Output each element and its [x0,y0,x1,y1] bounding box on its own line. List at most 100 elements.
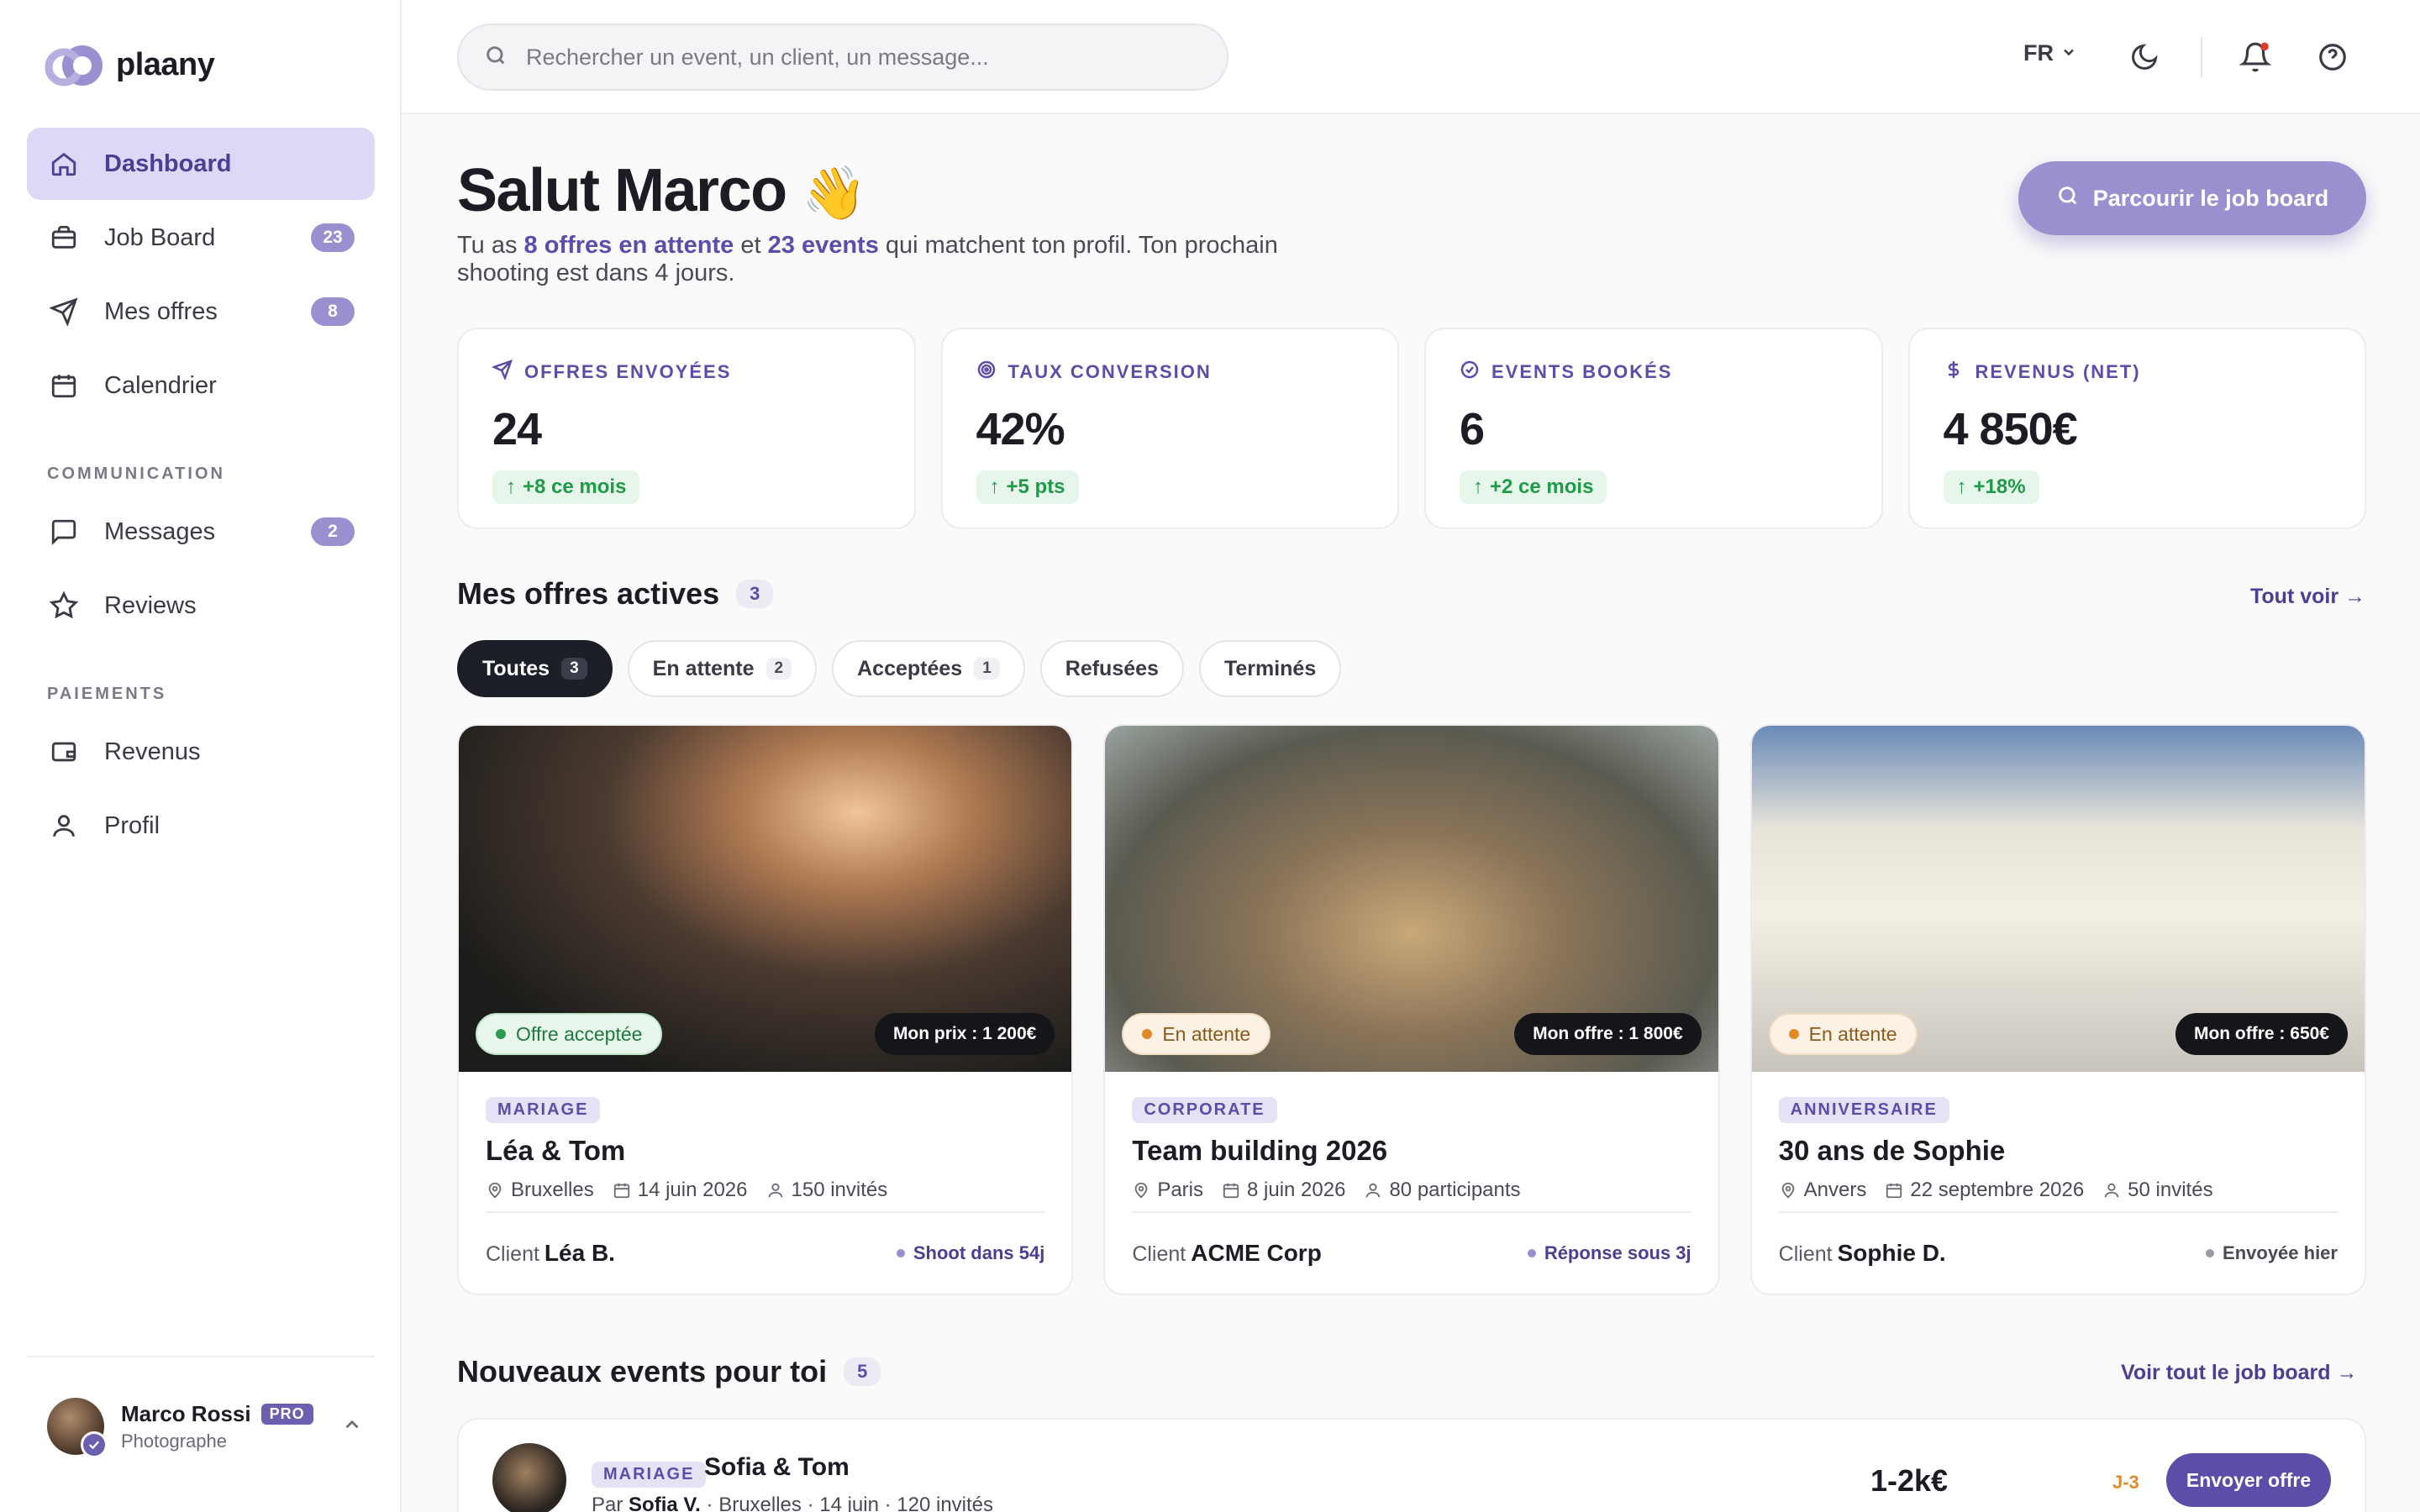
date-text: 22 septembre 2026 [1910,1179,2085,1201]
stat-card: OFFRES ENVOYÉES 24 ↑ +8 ce mois [457,328,916,529]
subtitle-events-link[interactable]: 23 events [768,232,879,259]
offer-card[interactable]: En attente Mon offre : 650€ ANNIVERSAIRE… [1749,724,2366,1295]
client-name: Léa B. [544,1240,615,1266]
page-title: Salut Marco 👋 [457,156,866,225]
user-icon [47,809,81,843]
arrow-up-icon: ↑ [1956,475,1967,498]
calendar-icon [613,1183,629,1199]
guests-meta: 150 invités [766,1179,887,1202]
pin-icon [1134,1182,1148,1199]
app-logo[interactable]: plaany [42,40,215,89]
user-menu[interactable]: Marco Rossi PRO Photographe [47,1398,363,1458]
sidebar-item-label: Dashboard [104,150,232,177]
event-type-tag: MARIAGE [486,1097,601,1123]
language-select[interactable]: FR [2023,40,2077,66]
sidebar-item-mes-offres[interactable]: Mes offres 8 [27,276,375,348]
location-text: Bruxelles [511,1179,594,1201]
note-text: Envoyée hier [2223,1242,2338,1263]
filter-accepted[interactable]: Acceptées 1 [832,640,1025,697]
sidebar-item-revenus[interactable]: Revenus [27,716,375,788]
section-title-text: Nouveaux events pour toi [457,1354,828,1389]
see-all-job-board-link[interactable]: Voir tout le job board → [2121,1361,2357,1385]
subtitle-text: et [734,232,768,259]
sidebar-item-label: Messages [104,517,216,545]
section-title-text: Mes offres actives [457,576,720,611]
status-badge: En attente [1768,1013,1918,1055]
bell-icon[interactable] [2237,39,2274,76]
note-dot [1527,1249,1536,1257]
sidebar-item-job-board[interactable]: Job Board 23 [27,202,375,274]
sidebar-item-calendrier[interactable]: Calendrier [27,349,375,422]
location-text: Anvers [1803,1179,1867,1201]
stat-delta: ↑ +18% [1943,470,2039,504]
sidebar-item-messages[interactable]: Messages 2 [27,496,375,568]
count-badge: 3 [736,580,774,608]
moon-icon[interactable] [2126,39,2163,76]
offer-card[interactable]: Offre acceptée Mon prix : 1 200€ MARIAGE… [457,724,1074,1295]
budget: 1-2k€ [1870,1463,1949,1498]
event-image-corporate: En attente Mon offre : 1 800€ [1105,726,1718,1072]
sidebar-item-reviews[interactable]: Reviews [27,570,375,642]
section-title-active-offers: Mes offres actives 3 [457,576,774,612]
filter-refused[interactable]: Refusées [1039,640,1184,697]
send-offer-button[interactable]: Envoyer offre [2166,1453,2331,1507]
client-name: Sophie D. [1837,1240,1946,1266]
arrow-up-icon: ↑ [1473,475,1483,498]
user-icon [2104,1183,2119,1198]
avatar [47,1398,108,1458]
help-icon[interactable] [2314,39,2351,76]
user-name: Marco Rossi [121,1400,251,1426]
stat-label-row: TAUX CONVERSION [976,360,1365,385]
event-meta-text: · Bruxelles · 14 juin · 120 invités [700,1494,994,1512]
language-value: FR [2023,40,2054,66]
guests-text: 80 participants [1389,1179,1521,1201]
stat-delta: ↑ +2 ce mois [1460,470,1607,504]
browse-job-board-button[interactable]: Parcourir le job board [2018,161,2366,235]
client-name: ACME Corp [1191,1240,1322,1266]
sidebar-item-profil[interactable]: Profil [27,790,375,862]
status-badge: Offre acceptée [476,1013,663,1055]
see-all-offers-link[interactable]: Tout voir → [2250,585,2365,609]
user-icon [1366,1183,1381,1198]
user-info: Marco Rossi PRO Photographe [121,1401,341,1452]
note-text: Shoot dans 54j [913,1242,1045,1263]
card-footer: Client Léa B. Shoot dans 54j [486,1211,1045,1294]
price-badge: Mon offre : 1 800€ [1514,1013,1702,1055]
send-icon [491,359,513,385]
wallet-icon [47,735,81,769]
sidebar-item-dashboard[interactable]: Dashboard [27,128,375,200]
chip-count: 1 [974,658,1000,680]
greeting-text: Salut Marco [457,157,787,224]
event-type-tag: MARIAGE [592,1462,707,1488]
filter-pending[interactable]: En attente 2 [627,640,818,697]
card-note: Shoot dans 54j [896,1242,1045,1264]
subtitle-offers-link[interactable]: 8 offres en attente [524,232,734,259]
price-badge: Mon prix : 1 200€ [874,1013,1055,1055]
stat-card: REVENUS (NET) 4 850€ ↑ +18% [1907,328,2366,529]
offer-filters: Toutes 3 En attente 2 Acceptées 1 Refusé… [457,640,1342,697]
search-input[interactable] [526,44,1198,71]
new-event-row[interactable]: MARIAGE Sofia & Tom Par Sofia V. · Bruxe… [457,1418,2366,1512]
client-label: Client [1778,1242,1833,1266]
filter-all[interactable]: Toutes 3 [457,640,613,697]
search-bar[interactable] [457,24,1228,91]
sidebar-item-label: Job Board [104,223,216,251]
stat-label-row: OFFRES ENVOYÉES [491,359,881,385]
event-meta: Paris 8 juin 2026 80 participants [1132,1179,1691,1202]
count-badge: 2 [311,517,355,546]
event-meta: Anvers 22 septembre 2026 50 invités [1779,1179,2338,1202]
by-label: Par [592,1494,623,1512]
stat-delta-text: +2 ce mois [1490,475,1594,498]
app-name: plaany [116,46,215,82]
topbar-divider [2201,37,2202,77]
status-dot [1788,1029,1799,1039]
filter-done[interactable]: Terminés [1198,640,1342,697]
chevron-up-icon[interactable] [341,1414,363,1440]
offer-card[interactable]: En attente Mon offre : 1 800€ CORPORATE … [1103,724,1720,1295]
pro-badge: PRO [260,1403,313,1425]
stat-value: 6 [1460,404,1485,454]
sidebar-item-label: Reviews [104,591,197,619]
event-type-tag: ANNIVERSAIRE [1778,1097,1949,1123]
stat-card: EVENTS BOOKÉS 6 ↑ +2 ce mois [1424,328,1883,529]
price-badge: Mon offre : 650€ [2175,1013,2348,1055]
